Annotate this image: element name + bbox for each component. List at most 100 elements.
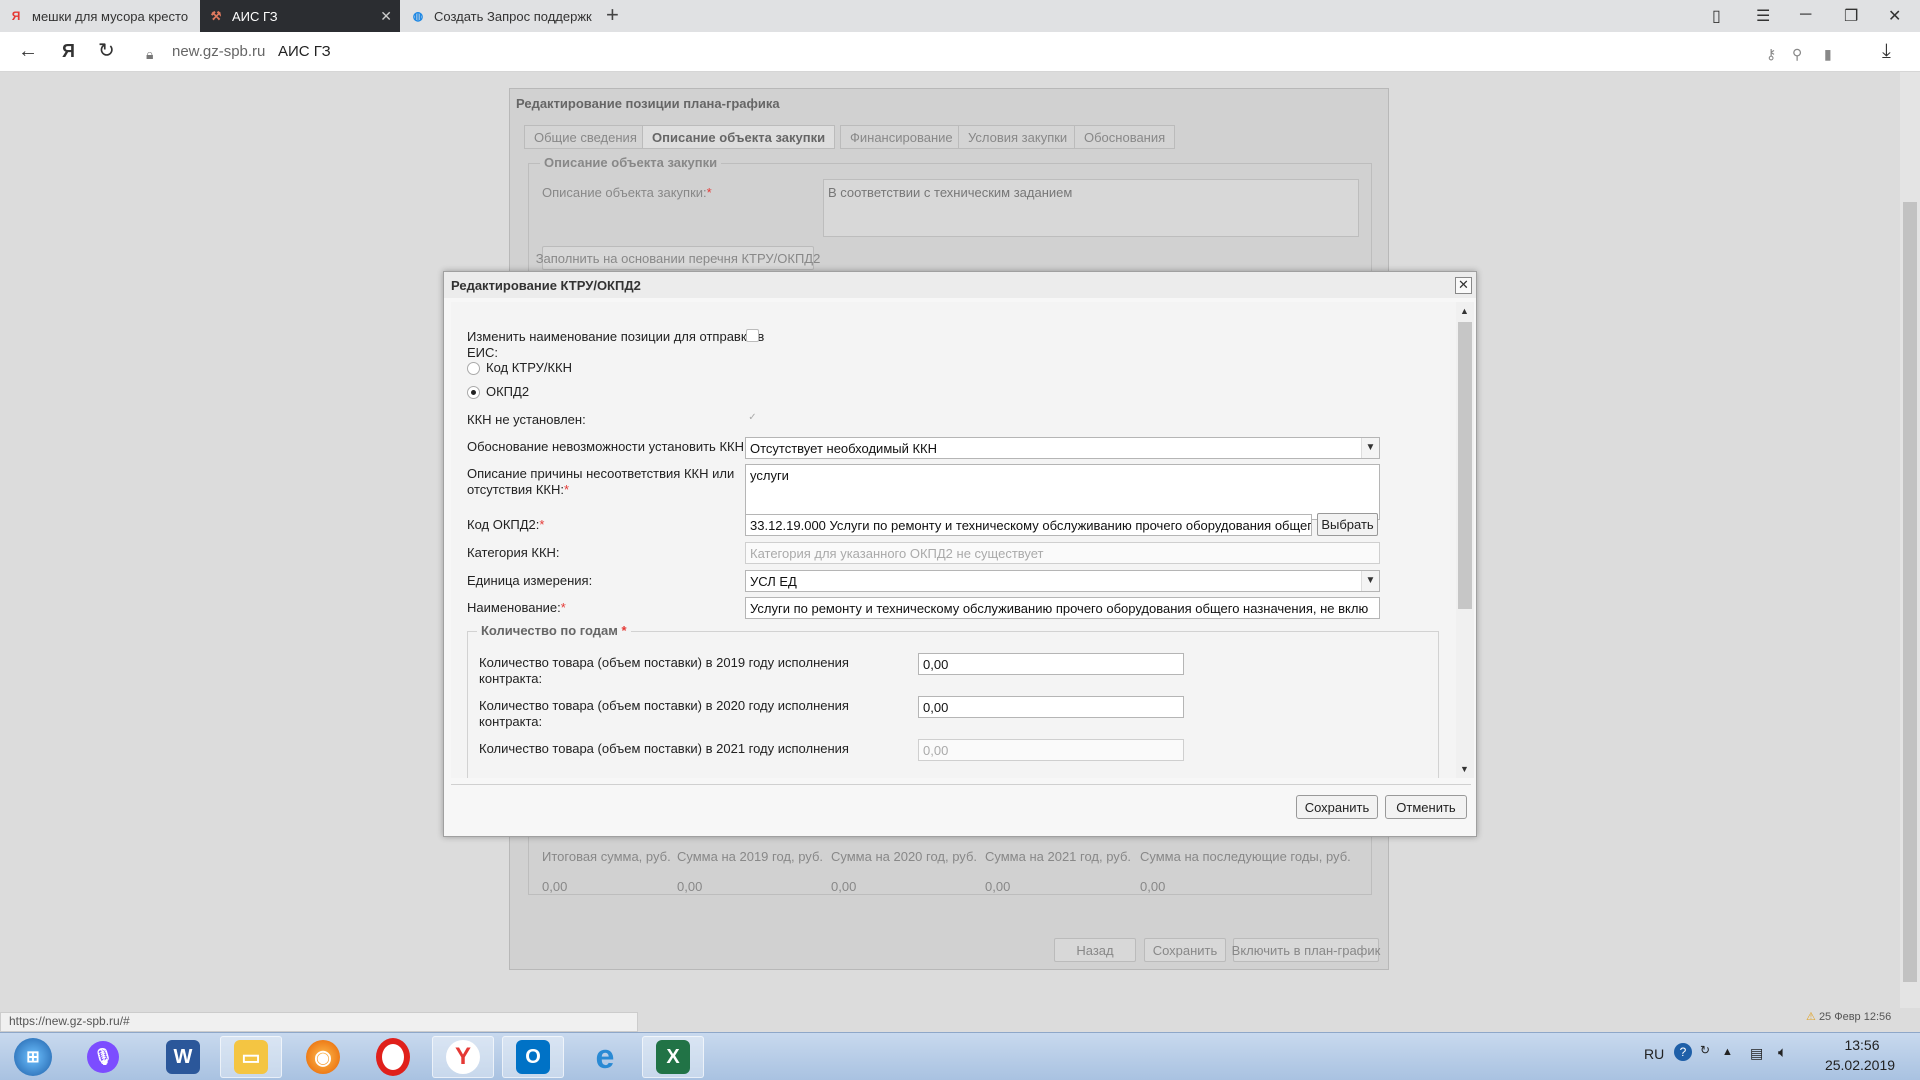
description-field[interactable]: В соответствии с техническим заданием bbox=[823, 179, 1359, 237]
sum-value-2020: 0,00 bbox=[831, 879, 857, 894]
browser-tab-3[interactable]: ◍ Создать Запрос поддержк bbox=[402, 0, 598, 32]
menu-icon[interactable]: ☰ bbox=[1756, 6, 1770, 26]
reason-value: Отсутствует необходимый ККН bbox=[750, 441, 938, 456]
panel-save-button[interactable]: Сохранить bbox=[1144, 938, 1226, 962]
page-title: АИС ГЗ bbox=[278, 43, 331, 60]
fill-from-list-button[interactable]: Заполнить на основании перечня КТРУ/ОКПД… bbox=[536, 246, 820, 270]
minimize-icon[interactable]: ─ bbox=[1800, 6, 1811, 24]
close-window-icon[interactable]: ✕ bbox=[1888, 6, 1901, 26]
sum-header-later: Сумма на последующие годы, руб. bbox=[1140, 849, 1351, 864]
radio-okpd[interactable] bbox=[467, 386, 480, 399]
unit-select[interactable]: УСЛ ЕД ▼ bbox=[745, 570, 1380, 592]
warning-icon: ⚠ bbox=[1806, 1011, 1816, 1023]
cause-textarea[interactable]: услуги bbox=[745, 464, 1380, 520]
url-field[interactable]: new.gz-spb.ru bbox=[172, 43, 265, 60]
downloads-icon[interactable]: ⤓ bbox=[1882, 40, 1891, 62]
tab-financing[interactable]: Финансирование bbox=[840, 125, 963, 149]
qty-2021-input[interactable]: 0,00 bbox=[918, 739, 1184, 761]
browser-tab-1[interactable]: Я мешки для мусора кресто bbox=[0, 0, 198, 32]
scrollbar-thumb[interactable] bbox=[1903, 202, 1917, 982]
help-icon[interactable]: ? bbox=[1674, 1043, 1692, 1061]
reload-icon[interactable]: ↻ bbox=[98, 40, 115, 62]
kkn-not-set-checkbox[interactable]: ✓ bbox=[746, 412, 759, 425]
description-label: Описание объекта закупки:* bbox=[542, 185, 712, 200]
chevron-down-icon[interactable]: ▼ bbox=[1361, 571, 1379, 591]
tab-object-description[interactable]: Описание объекта закупки bbox=[642, 125, 836, 149]
yandex-icon: Я bbox=[11, 9, 21, 23]
radio-okpd-label[interactable]: ОКПД2 bbox=[486, 384, 529, 400]
taskbar-firefox[interactable]: ◉ bbox=[292, 1036, 354, 1078]
dialog-title: Редактирование КТРУ/ОКПД2 bbox=[451, 278, 641, 293]
category-input[interactable]: Категория для указанного ОКПД2 не сущест… bbox=[745, 542, 1380, 564]
browser-tab-2[interactable]: ⚒ АИС ГЗ ✕ bbox=[200, 0, 400, 32]
cause-label: Описание причины несоответствия ККН или … bbox=[467, 466, 735, 497]
yandex-home-icon[interactable]: Я bbox=[62, 40, 75, 62]
page-scrollbar[interactable] bbox=[1900, 72, 1920, 1008]
taskbar-outlook[interactable]: O bbox=[502, 1036, 564, 1078]
tab-justifications[interactable]: Обоснования bbox=[1074, 125, 1176, 149]
taskbar-explorer[interactable]: ▭ bbox=[220, 1036, 282, 1078]
globe-icon: ◍ bbox=[412, 9, 424, 23]
tray-sync-icon[interactable]: ↻ bbox=[1700, 1043, 1710, 1057]
reason-select[interactable]: Отсутствует необходимый ККН ▼ bbox=[745, 437, 1380, 459]
notification[interactable]: ⚠ 25 Февр 12:56 bbox=[1806, 1010, 1891, 1023]
dialog-scrollbar-thumb[interactable] bbox=[1458, 322, 1472, 609]
key-icon[interactable]: ⚷ bbox=[1766, 43, 1776, 65]
clock-date[interactable]: 25.02.2019 bbox=[1812, 1057, 1908, 1073]
browser-tab-bar: Я мешки для мусора кресто ⚒ АИС ГЗ ✕ ◍ С… bbox=[0, 0, 1920, 32]
choose-okpd-button[interactable]: Выбрать bbox=[1317, 513, 1378, 536]
scroll-down-icon[interactable]: ▼ bbox=[1460, 764, 1469, 774]
chevron-down-icon[interactable]: ▼ bbox=[1361, 438, 1379, 458]
dialog-scrollbar[interactable]: ▲ ▼ bbox=[1456, 302, 1474, 778]
radio-ktru-label[interactable]: Код КТРУ/ККН bbox=[486, 360, 572, 376]
taskbar-opera[interactable] bbox=[362, 1036, 424, 1078]
taskbar-word[interactable]: W bbox=[152, 1036, 214, 1078]
cancel-button[interactable]: Отменить bbox=[1385, 795, 1467, 819]
okpd-input[interactable]: 33.12.19.000 Услуги по ремонту и техниче… bbox=[745, 514, 1312, 536]
back-icon[interactable]: ← bbox=[18, 40, 38, 62]
taskbar-ie[interactable]: e bbox=[574, 1036, 636, 1078]
qty-2019-input[interactable]: 0,00 bbox=[918, 653, 1184, 675]
language-indicator[interactable]: RU bbox=[1644, 1046, 1664, 1062]
radio-ktru[interactable] bbox=[467, 362, 480, 375]
restore-icon[interactable]: ❐ bbox=[1844, 6, 1858, 26]
panel-title: Редактирование позиции плана-графика bbox=[516, 96, 780, 111]
tab-conditions[interactable]: Условия закупки bbox=[958, 125, 1078, 149]
taskbar-excel[interactable]: X bbox=[642, 1036, 704, 1078]
new-tab-icon[interactable]: + bbox=[606, 4, 619, 26]
notification-text: 25 Февр 12:56 bbox=[1818, 1011, 1892, 1023]
name-input[interactable]: Услуги по ремонту и техническому обслужи… bbox=[745, 597, 1380, 619]
zoom-icon[interactable]: ⚲ bbox=[1792, 43, 1802, 65]
sum-value-2019: 0,00 bbox=[677, 879, 703, 894]
taskbar-yandex-browser[interactable]: Y bbox=[432, 1036, 494, 1078]
taskbar-alice[interactable]: 🎙︎ bbox=[72, 1036, 134, 1078]
section-legend: Описание объекта закупки bbox=[540, 155, 722, 170]
include-in-plan-button[interactable]: Включить в план-график bbox=[1232, 938, 1380, 962]
unit-value: УСЛ ЕД bbox=[750, 574, 797, 589]
start-button[interactable]: ⊞ bbox=[2, 1036, 64, 1078]
volume-icon[interactable]: 🔈︎ bbox=[1778, 1044, 1787, 1061]
scroll-up-icon[interactable]: ▲ bbox=[1460, 306, 1469, 316]
sum-value-2021: 0,00 bbox=[985, 879, 1011, 894]
close-tab-icon[interactable]: ✕ bbox=[380, 8, 392, 25]
network-icon[interactable]: ▤ bbox=[1750, 1045, 1763, 1062]
save-button[interactable]: Сохранить bbox=[1296, 795, 1378, 819]
qty-2020-input[interactable]: 0,00 bbox=[918, 696, 1184, 718]
bookmark-icon[interactable]: ▮ bbox=[1824, 43, 1832, 65]
okpd-label: Код ОКПД2:* bbox=[467, 517, 545, 532]
back-button[interactable]: Назад bbox=[1054, 938, 1136, 962]
tray-expand-icon[interactable]: ▲ bbox=[1722, 1046, 1733, 1058]
clock-time[interactable]: 13:56 bbox=[1822, 1037, 1902, 1053]
rename-checkbox[interactable] bbox=[746, 329, 759, 342]
ktru-okpd-dialog: Редактирование КТРУ/ОКПД2 ✕ Изменить наи… bbox=[443, 271, 1477, 837]
dialog-header: Редактирование КТРУ/ОКПД2 ✕ bbox=[444, 272, 1476, 298]
sum-value-later: 0,00 bbox=[1140, 879, 1166, 894]
close-icon[interactable]: ✕ bbox=[1455, 277, 1472, 294]
lock-icon: 🔒︎ bbox=[146, 46, 154, 62]
bookmarks-icon[interactable]: ▯ bbox=[1712, 6, 1721, 26]
sum-header-2019: Сумма на 2019 год, руб. bbox=[677, 849, 824, 864]
tab-general[interactable]: Общие сведения bbox=[524, 125, 647, 149]
tab-label: АИС ГЗ bbox=[232, 8, 278, 24]
sum-header-2021: Сумма на 2021 год, руб. bbox=[985, 849, 1132, 864]
dialog-footer: Сохранить Отменить bbox=[451, 784, 1471, 832]
